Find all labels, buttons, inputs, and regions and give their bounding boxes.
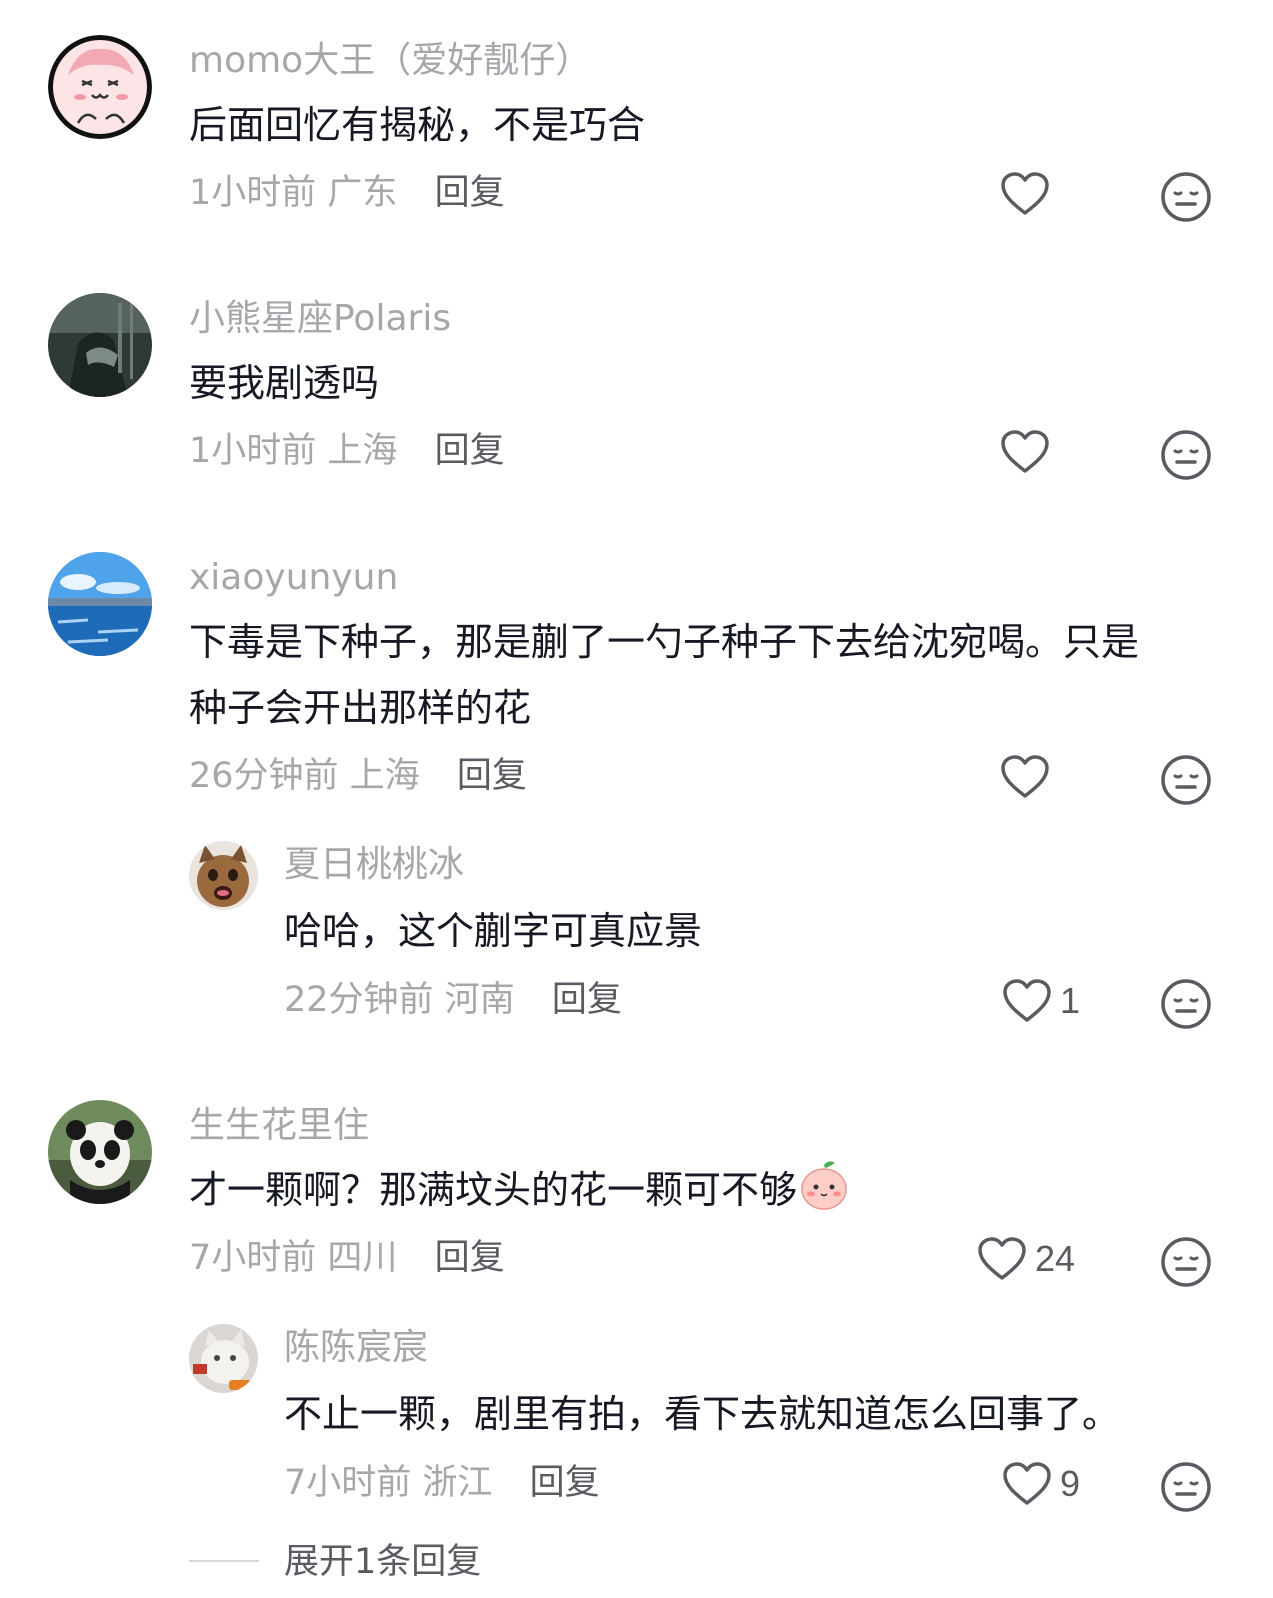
comment-text-line: 下毒是下种子，那是蒯了一勺子种子下去给沈宛喝。只是 [189, 620, 1140, 664]
neutral-face-icon [1161, 1462, 1211, 1512]
reply-button[interactable]: 回复 [552, 980, 622, 1020]
heart-outline-icon [978, 1237, 1026, 1280]
username[interactable]: 夏日桃桃冰 [284, 843, 464, 887]
comment-time: 1小时前 [189, 431, 317, 471]
expand-replies-button[interactable]: 展开1条回复 [189, 1540, 789, 1598]
comment-location: 上海 [327, 431, 398, 471]
comment-text: 要我剧透吗 [189, 361, 380, 405]
like-button[interactable] [1000, 429, 1050, 475]
neutral-face-icon [1161, 172, 1211, 222]
avatar[interactable] [48, 35, 152, 139]
comment-time: 1小时前 [189, 173, 317, 213]
avatar[interactable] [48, 552, 152, 656]
dislike-button[interactable] [1160, 754, 1212, 810]
heart-outline-icon [1003, 1462, 1051, 1505]
comment-text: 才一颗啊？那满坟头的花一颗可不够 [189, 1158, 849, 1222]
like-count: 24 [1035, 1238, 1076, 1279]
like-button[interactable] [1000, 171, 1050, 217]
comment-text: 不止一颗，剧里有拍，看下去就知道怎么回事了。 [284, 1392, 1121, 1436]
dislike-button[interactable] [1160, 429, 1212, 485]
neutral-face-icon [1161, 430, 1211, 480]
comment-location: 上海 [349, 756, 420, 796]
neutral-face-icon [1161, 1237, 1211, 1287]
like-button[interactable]: 1 [1002, 978, 1080, 1024]
comment-meta: 7小时前 浙江 回复 [284, 1461, 600, 1505]
username[interactable]: 小熊星座Polaris [189, 297, 451, 341]
username[interactable]: 生生花里住 [189, 1104, 369, 1148]
comment-location: 广东 [327, 173, 398, 213]
comment-meta: 26分钟前 上海 回复 [189, 754, 527, 798]
dislike-button[interactable] [1160, 1461, 1212, 1517]
comment-meta: 7小时前 四川 回复 [189, 1236, 505, 1280]
like-count: 9 [1060, 1463, 1081, 1504]
reply-button[interactable]: 回复 [530, 1463, 600, 1503]
comment-meta: 1小时前 上海 回复 [189, 429, 505, 473]
avatar[interactable] [48, 1100, 152, 1204]
like-button[interactable]: 9 [1002, 1461, 1080, 1507]
comment-location: 四川 [327, 1238, 398, 1278]
username[interactable]: 陈陈宸宸 [284, 1326, 428, 1370]
peach-face-emoji [801, 1161, 847, 1210]
expand-replies-label: 展开1条回复 [284, 1542, 482, 1582]
comment-location: 浙江 [422, 1463, 493, 1503]
dislike-button[interactable] [1160, 1236, 1212, 1292]
avatar[interactable] [48, 293, 152, 397]
comment-time: 26分钟前 [189, 756, 339, 796]
comment-time: 7小时前 [284, 1463, 412, 1503]
avatar[interactable] [189, 1324, 258, 1393]
like-count: 1 [1060, 980, 1081, 1021]
like-button[interactable]: 24 [977, 1236, 1075, 1282]
reply-button[interactable]: 回复 [435, 1238, 505, 1278]
heart-outline-icon [1001, 172, 1049, 215]
heart-outline-icon [1001, 755, 1049, 798]
comment-time: 22分钟前 [284, 980, 434, 1020]
neutral-face-icon [1161, 755, 1211, 805]
comment-time: 7小时前 [189, 1238, 317, 1278]
comment-meta: 22分钟前 河南 回复 [284, 978, 622, 1022]
dislike-button[interactable] [1160, 978, 1212, 1034]
heart-outline-icon [1003, 979, 1051, 1022]
divider-line [189, 1560, 259, 1562]
reply-button[interactable]: 回复 [435, 173, 505, 213]
avatar[interactable] [189, 841, 258, 910]
neutral-face-icon [1161, 979, 1211, 1029]
reply-button[interactable]: 回复 [435, 431, 505, 471]
comment-text: 哈哈，这个蒯字可真应景 [284, 909, 703, 953]
reply-button[interactable]: 回复 [457, 756, 527, 796]
comment-meta: 1小时前 广东 回复 [189, 171, 505, 215]
comment-text-line: 种子会开出那样的花 [189, 686, 532, 730]
username[interactable]: xiaoyunyun [189, 556, 398, 600]
comment-text: 后面回忆有揭秘，不是巧合 [189, 103, 646, 147]
like-button[interactable] [1000, 754, 1050, 800]
username[interactable]: momo大王（爱好靓仔） [189, 39, 591, 83]
heart-outline-icon [1001, 430, 1049, 473]
comment-text-content: 才一颗啊？那满坟头的花一颗可不够 [189, 1168, 798, 1212]
dislike-button[interactable] [1160, 171, 1212, 227]
comment-location: 河南 [444, 980, 515, 1020]
